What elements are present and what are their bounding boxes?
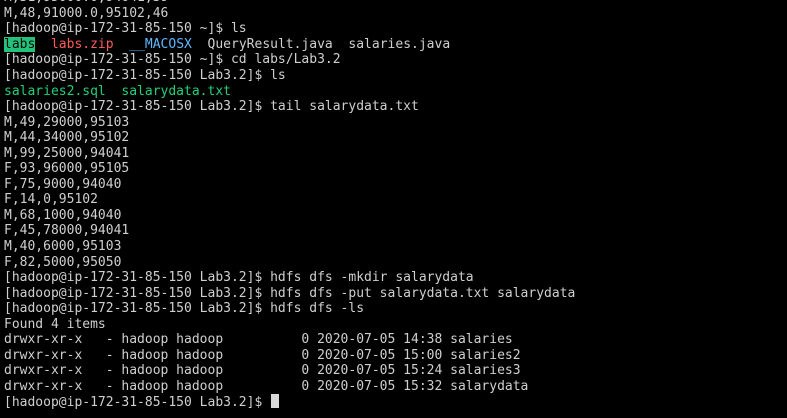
terminal-line: salaries2.sql salarydata.txt [4, 84, 787, 100]
terminal-line: F,14,0,95102 [4, 192, 787, 208]
terminal-text-segment: F,45,78000,94041 [4, 223, 130, 239]
terminal-text-segment: M,68,1000,94040 [4, 207, 122, 223]
terminal-line: [hadoop@ip-172-31-85-150 ~]$ ls [4, 21, 787, 37]
terminal-text-segment: F,14,0,95102 [4, 192, 98, 208]
terminal-text-segment: M,31,95000.0,94041,39 [4, 0, 168, 5]
terminal-line: [hadoop@ip-172-31-85-150 Lab3.2]$ hdfs d… [4, 301, 787, 317]
terminal-line: M,40,6000,95103 [4, 239, 787, 255]
terminal-text-segment: [hadoop@ip-172-31-85-150 ~]$ cd labs/Lab… [4, 52, 341, 68]
terminal-line: M,68,1000,94040 [4, 208, 787, 224]
terminal-text-segment: [hadoop@ip-172-31-85-150 Lab3.2]$ hdfs d… [4, 270, 474, 286]
terminal-text-segment: __MACOSX [129, 36, 192, 52]
terminal-line: M,49,29000,95103 [4, 115, 787, 131]
terminal-line: [hadoop@ip-172-31-85-150 ~]$ cd labs/Lab… [4, 52, 787, 68]
terminal-text-segment: salaries2.sql salarydata.txt [4, 83, 231, 99]
terminal-text-segment: labs [4, 36, 36, 52]
terminal-text-segment: M,40,6000,95103 [4, 238, 122, 254]
terminal-text-segment: [hadoop@ip-172-31-85-150 Lab3.2]$ tail s… [4, 99, 419, 115]
terminal-text-segment: M,49,29000,95103 [4, 114, 130, 130]
terminal-line: drwxr-xr-x - hadoop hadoop 0 2020-07-05 … [4, 348, 787, 364]
terminal-text-segment: [hadoop@ip-172-31-85-150 Lab3.2]$ hdfs d… [4, 285, 576, 301]
terminal-line: labs labs.zip __MACOSX QueryResult.java … [4, 36, 787, 53]
terminal-text-segment: drwxr-xr-x - hadoop hadoop 0 2020-07-05 … [4, 378, 529, 394]
terminal-line: drwxr-xr-x - hadoop hadoop 0 2020-07-05 … [4, 379, 787, 395]
terminal-cursor [271, 394, 280, 409]
terminal-line: drwxr-xr-x - hadoop hadoop 0 2020-07-05 … [4, 332, 787, 348]
terminal-text-segment: M,48,91000.0,95102,46 [4, 5, 169, 21]
terminal-text-segment: drwxr-xr-x - hadoop hadoop 0 2020-07-05 … [4, 347, 521, 363]
terminal-line: M,48,91000.0,95102,46 [4, 6, 787, 22]
terminal-text-segment: [hadoop@ip-172-31-85-150 Lab3.2]$ hdfs d… [4, 301, 365, 317]
terminal-line: F,75,9000,94040 [4, 177, 787, 193]
terminal-text-segment: M,44,34000,95102 [4, 130, 130, 146]
terminal-line: [hadoop@ip-172-31-85-150 Lab3.2]$ hdfs d… [4, 270, 787, 286]
terminal-text-segment: drwxr-xr-x - hadoop hadoop 0 2020-07-05 … [4, 363, 521, 379]
terminal-window[interactable]: M,31,95000.0,94041,39M,48,91000.0,95102,… [0, 0, 787, 418]
terminal-line: M,99,25000,94041 [4, 146, 787, 162]
terminal-line: [hadoop@ip-172-31-85-150 Lab3.2]$ ls [4, 68, 787, 84]
terminal-text-segment: [hadoop@ip-172-31-85-150 Lab3.2]$ ls [4, 67, 286, 83]
terminal-line: drwxr-xr-x - hadoop hadoop 0 2020-07-05 … [4, 363, 787, 379]
terminal-line: F,82,5000,95050 [4, 255, 787, 271]
terminal-text-segment: Found 4 items [4, 316, 106, 332]
terminal-line: M,44,34000,95102 [4, 130, 787, 146]
terminal-output: M,31,95000.0,94041,39M,48,91000.0,95102,… [4, 0, 787, 410]
terminal-text-segment: M,99,25000,94041 [4, 145, 130, 161]
terminal-line: F,93,96000,95105 [4, 161, 787, 177]
terminal-line: [hadoop@ip-172-31-85-150 Lab3.2]$ tail s… [4, 99, 787, 115]
terminal-text-segment: QueryResult.java salaries.java [191, 36, 451, 52]
terminal-text-segment: F,75,9000,94040 [4, 176, 122, 192]
terminal-line: Found 4 items [4, 317, 787, 333]
terminal-line: [hadoop@ip-172-31-85-150 Lab3.2]$ hdfs d… [4, 286, 787, 302]
terminal-line: F,45,78000,94041 [4, 223, 787, 239]
terminal-text-segment: labs.zip [50, 36, 114, 52]
terminal-text-segment: [hadoop@ip-172-31-85-150 ~]$ ls [4, 21, 247, 37]
terminal-text-segment: F,93,96000,95105 [4, 161, 130, 177]
terminal-prompt-line[interactable]: [hadoop@ip-172-31-85-150 Lab3.2]$ [4, 394, 787, 410]
terminal-text-segment: F,82,5000,95050 [4, 254, 122, 270]
terminal-prompt-text: [hadoop@ip-172-31-85-150 Lab3.2]$ [4, 395, 271, 410]
terminal-text-segment: drwxr-xr-x - hadoop hadoop 0 2020-07-05 … [4, 332, 513, 348]
